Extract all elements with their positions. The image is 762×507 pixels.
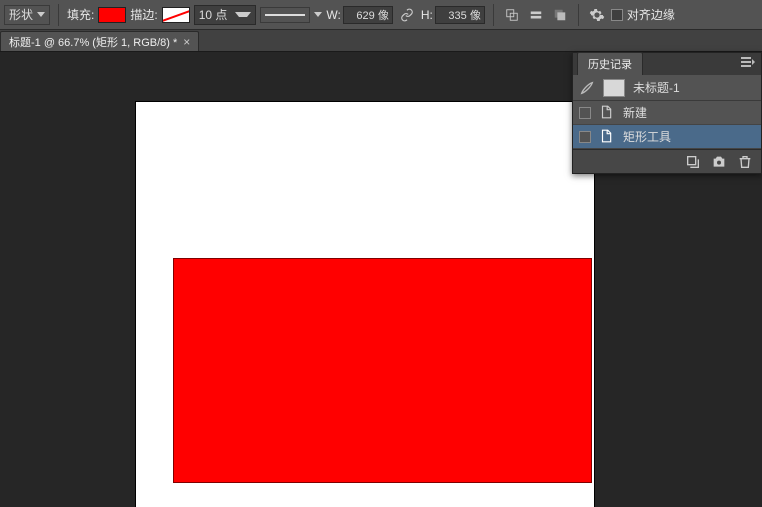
height-field: H: bbox=[421, 6, 485, 24]
history-tab-label: 历史记录 bbox=[588, 59, 632, 71]
history-panel-footer bbox=[573, 149, 761, 173]
path-arrange-icon[interactable] bbox=[550, 5, 570, 25]
stroke-width-value: 10 点 bbox=[195, 6, 232, 23]
camera-icon[interactable] bbox=[711, 154, 727, 170]
history-item-rectangle-tool[interactable]: 矩形工具 bbox=[573, 125, 761, 149]
separator bbox=[493, 4, 494, 26]
history-document-row[interactable]: 未标题-1 bbox=[573, 75, 761, 101]
page-icon bbox=[599, 129, 615, 145]
shape-mode-label: 形状 bbox=[9, 6, 33, 23]
path-op-icon-1[interactable] bbox=[502, 5, 522, 25]
document-canvas[interactable] bbox=[136, 102, 594, 507]
separator bbox=[58, 4, 59, 26]
trash-icon[interactable] bbox=[737, 154, 753, 170]
align-edges-label: 对齐边缘 bbox=[627, 6, 675, 23]
align-edges-checkbox[interactable] bbox=[611, 9, 623, 21]
document-tab-title: 标题-1 @ 66.7% (矩形 1, RGB/8) * bbox=[9, 34, 177, 50]
gear-icon[interactable] bbox=[587, 5, 607, 25]
height-input[interactable] bbox=[435, 6, 485, 24]
chevron-down-icon bbox=[314, 12, 322, 17]
stroke-line-icon bbox=[265, 14, 305, 16]
history-checkbox[interactable] bbox=[579, 131, 591, 143]
history-panel: 历史记录 未标题-1 新建 矩形工具 bbox=[572, 52, 762, 174]
document-tab[interactable]: 标题-1 @ 66.7% (矩形 1, RGB/8) * × bbox=[0, 31, 199, 51]
stroke-label: 描边: bbox=[130, 6, 157, 23]
history-item-new[interactable]: 新建 bbox=[573, 101, 761, 125]
path-align-icon[interactable] bbox=[526, 5, 546, 25]
width-input[interactable] bbox=[343, 6, 393, 24]
chevron-down-icon bbox=[37, 12, 45, 17]
panel-tab-row: 历史记录 bbox=[573, 53, 761, 75]
width-label: W: bbox=[326, 8, 340, 22]
separator bbox=[578, 4, 579, 26]
fill-label: 填充: bbox=[67, 6, 94, 23]
brush-icon bbox=[579, 80, 595, 96]
page-icon bbox=[599, 105, 615, 121]
history-item-label: 矩形工具 bbox=[623, 128, 671, 145]
stroke-style-dropdown[interactable] bbox=[260, 7, 310, 23]
rectangle-shape[interactable] bbox=[173, 258, 592, 483]
panel-menu-icon[interactable] bbox=[741, 57, 755, 67]
link-dimensions-icon[interactable] bbox=[397, 5, 417, 25]
tab-history[interactable]: 历史记录 bbox=[577, 52, 643, 75]
height-label: H: bbox=[421, 8, 433, 22]
close-icon[interactable]: × bbox=[183, 35, 190, 49]
stroke-swatch[interactable] bbox=[162, 7, 190, 23]
width-field: W: bbox=[326, 6, 392, 24]
history-checkbox[interactable] bbox=[579, 107, 591, 119]
new-doc-from-state-icon[interactable] bbox=[685, 154, 701, 170]
history-doc-name: 未标题-1 bbox=[633, 79, 680, 96]
stroke-width-field[interactable]: 10 点 bbox=[194, 5, 257, 25]
document-tab-bar: 标题-1 @ 66.7% (矩形 1, RGB/8) * × bbox=[0, 30, 762, 52]
fill-swatch[interactable] bbox=[98, 7, 126, 23]
options-bar: 形状 填充: 描边: 10 点 W: H: 对 bbox=[0, 0, 762, 30]
shape-mode-dropdown[interactable]: 形状 bbox=[4, 5, 50, 25]
history-item-label: 新建 bbox=[623, 104, 647, 121]
chevron-down-icon bbox=[235, 12, 251, 17]
document-thumbnail bbox=[603, 79, 625, 97]
